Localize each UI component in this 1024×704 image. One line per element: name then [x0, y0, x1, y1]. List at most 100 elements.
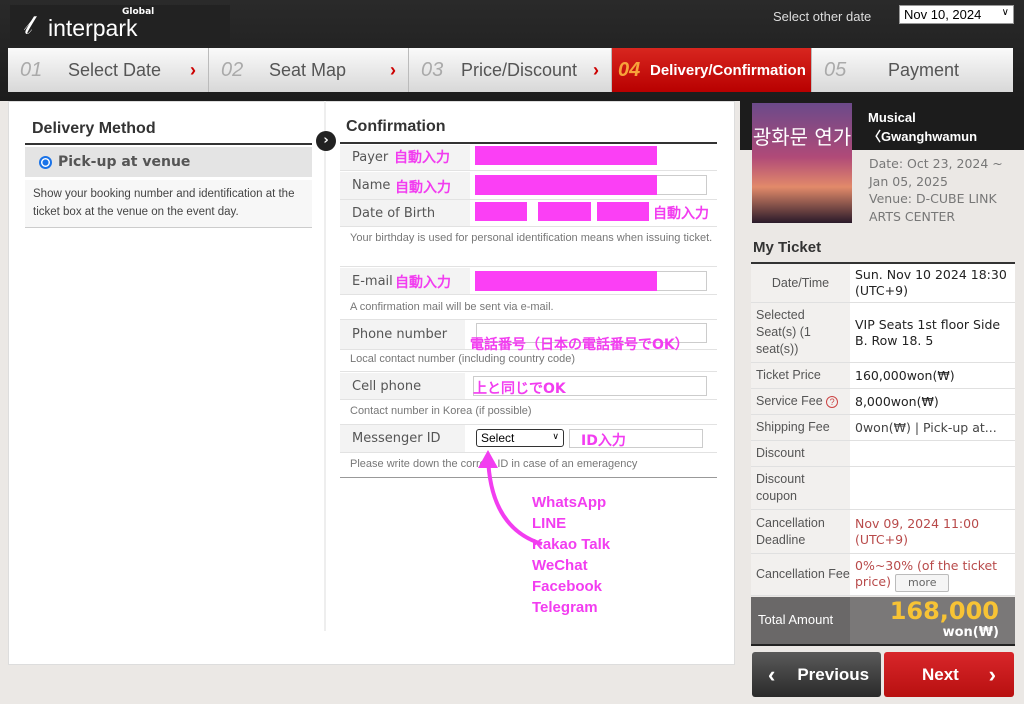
interpark-logo[interactable]: 𝓁 Global interpark	[10, 5, 230, 45]
annotation: 自動入力	[394, 150, 450, 166]
help-icon[interactable]: ?	[826, 396, 839, 408]
more-button[interactable]: more	[894, 573, 950, 592]
step-price-discount[interactable]: 03 Price/Discount ›	[409, 48, 612, 92]
show-info: Date: Oct 23, 2024 ~ Jan 05, 2025 Venue: …	[869, 155, 1017, 225]
date-select-value: Nov 10, 2024	[904, 7, 982, 22]
annotation: 自動入力	[653, 206, 709, 222]
step-label: Payment	[888, 59, 960, 80]
service-fee-label: Service Fee	[756, 394, 823, 408]
radio-selected[interactable]	[39, 155, 52, 169]
email-note: A confirmation mail will be sent via e-m…	[340, 300, 717, 320]
chevron-right-icon: ›	[593, 59, 599, 80]
select-other-date-label: Select other date	[773, 9, 872, 24]
chevron-right-icon: ›	[390, 59, 396, 80]
coupon-value	[850, 466, 1015, 510]
logo-icon: 𝓁	[24, 11, 33, 41]
table-row: Discount	[751, 440, 1015, 467]
chevron-left-icon: ‹	[768, 661, 776, 687]
pickup-option[interactable]: Pick-up at venue	[25, 147, 312, 177]
table-row: Cancellation Deadline Nov 09, 2024 11:00 …	[751, 509, 1015, 554]
annotation: 電話番号（日本の電話番号でOK）	[470, 337, 689, 353]
annotation-item: LINE	[532, 515, 567, 532]
next-button[interactable]: Next ›	[884, 652, 1014, 697]
dob-day-input[interactable]	[597, 202, 649, 221]
email-redacted	[475, 271, 657, 291]
deadline-label: Cancellation Deadline	[751, 509, 850, 554]
table-row: Selected Seat(s) (1 seat(s)) VIP Seats 1s…	[751, 302, 1015, 363]
pickup-description: Show your booking number and identificat…	[25, 180, 312, 228]
next-label: Next	[922, 664, 959, 684]
delivery-method-title: Delivery Method	[32, 120, 156, 137]
price-value: 160,000won(₩)	[850, 362, 1015, 389]
ticket-table: Date/Time Sun. Nov 10 2024 18:30 (UTC+9) …	[751, 264, 1015, 596]
step-label: Select Date	[68, 59, 162, 80]
table-row: Cancellation Fee 0%~30% (of the ticket pr…	[751, 553, 1015, 596]
step-bar: 01 Select Date › 02 Seat Map › 03 Price/Disco…	[8, 48, 1013, 92]
seat-label: Selected Seat(s) (1 seat(s))	[751, 302, 850, 363]
show-name: 〈Gwanghwamun	[868, 129, 978, 144]
step-payment: 05 Payment	[812, 48, 1013, 92]
total-currency: won(₩)	[942, 625, 999, 640]
date-select[interactable]: Nov 10, 2024 ∨	[899, 5, 1014, 24]
name-redacted	[475, 175, 657, 195]
step-select-date[interactable]: 01 Select Date ›	[8, 48, 209, 92]
chevron-right-icon: ›	[190, 59, 196, 80]
coupon-label: Discount coupon	[751, 466, 850, 510]
annotation-item: WeChat	[532, 557, 588, 574]
deadline-value: Nov 09, 2024 11:00 (UTC+9)	[850, 509, 1015, 554]
previous-label: Previous	[797, 664, 870, 684]
table-row: Service Fee ? 8,000won(₩)	[751, 388, 1015, 415]
show-poster: 광화문 연가	[752, 103, 852, 223]
price-label: Ticket Price	[751, 362, 850, 389]
show-category: Musical	[868, 110, 916, 125]
previous-button[interactable]: ‹ Previous	[752, 652, 881, 697]
dob-month-input[interactable]	[538, 202, 591, 221]
seat-value: VIP Seats 1st floor Side B. Row 18. 5	[850, 302, 1015, 363]
chevron-down-icon: ∨	[552, 431, 559, 441]
dob-note: Your birthday is used for personal ident…	[340, 231, 717, 267]
divider	[340, 142, 717, 144]
chevron-right-icon: ›	[988, 661, 996, 687]
poster-title: 광화문 연가	[752, 125, 852, 149]
annotation: 自動入力	[395, 180, 451, 196]
messenger-select[interactable]: Select ∨	[476, 429, 564, 447]
pickup-label: Pick-up at venue	[58, 154, 191, 170]
table-row: Date/Time Sun. Nov 10 2024 18:30 (UTC+9)	[751, 264, 1015, 303]
dob-year-input[interactable]	[475, 202, 527, 221]
annotation-item: WhatsApp	[532, 494, 607, 511]
shipping-fee-label: Shipping Fee	[751, 414, 850, 441]
step-number: 05	[824, 58, 847, 81]
show-venue: Venue: D-CUBE LINK ARTS CENTER	[869, 191, 997, 224]
step-number: 04	[618, 58, 641, 81]
date-time-value: Sun. Nov 10 2024 18:30 (UTC+9)	[850, 264, 1015, 303]
annotation: 上と同じでOK	[473, 381, 566, 397]
discount-label: Discount	[751, 440, 850, 467]
table-row: Shipping Fee 0won(₩) | Pick-up at...	[751, 414, 1015, 441]
step-label: Seat Map	[269, 59, 347, 80]
cell-label: Cell phone	[340, 373, 465, 399]
my-ticket-title: My Ticket	[753, 239, 822, 256]
messenger-select-value: Select	[481, 431, 515, 445]
service-fee-value: 8,000won(₩)	[850, 388, 1015, 415]
table-row: Ticket Price 160,000won(₩)	[751, 362, 1015, 389]
annotation-item: Telegram	[532, 599, 598, 616]
step-number: 02	[221, 58, 244, 81]
column-divider	[324, 101, 326, 631]
cell-note: Contact number in Korea (if possible)	[340, 404, 717, 425]
total-value: 168,000	[889, 597, 999, 625]
chevron-right-icon: ›	[316, 131, 336, 151]
date-time-label: Date/Time	[751, 264, 850, 303]
show-date: Date: Oct 23, 2024 ~ Jan 05, 2025	[869, 156, 1003, 189]
step-seat-map[interactable]: 02 Seat Map ›	[209, 48, 409, 92]
messenger-options-annotation: WhatsApp LINE Kakao Talk WeChat Facebook…	[532, 492, 610, 618]
table-row: Discount coupon	[751, 466, 1015, 510]
chevron-down-icon: ∨	[1001, 7, 1009, 18]
shipping-fee-value: 0won(₩) | Pick-up at...	[850, 414, 1015, 441]
total-label: Total Amount	[751, 597, 850, 644]
logo-text: interpark	[48, 15, 138, 41]
step-number: 01	[20, 58, 43, 81]
payer-redacted	[475, 146, 657, 165]
annotation: ID入力	[581, 433, 626, 449]
confirmation-title: Confirmation	[346, 118, 446, 135]
phone-note: Local contact number (including country …	[340, 352, 717, 372]
